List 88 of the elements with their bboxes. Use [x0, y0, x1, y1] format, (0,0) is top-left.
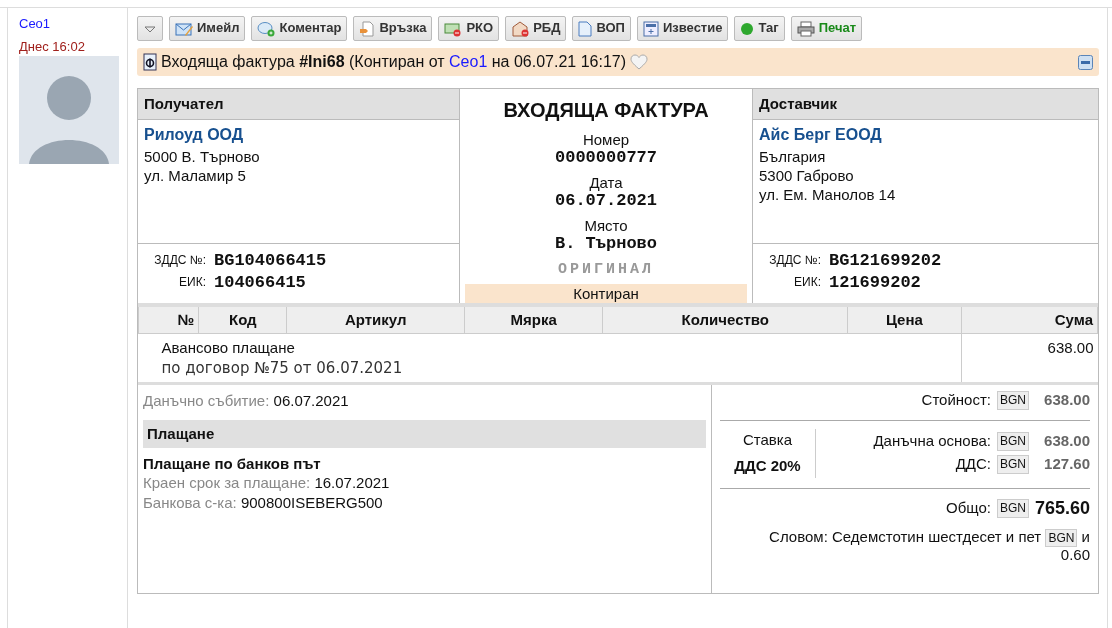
- toolbar-button[interactable]: Връзка: [353, 16, 433, 41]
- envelope-pencil-icon: [175, 20, 193, 37]
- amount: 127.60: [1043, 455, 1090, 475]
- amount-in-words: и: [1081, 527, 1090, 545]
- column-header: Сума: [961, 305, 1098, 333]
- currency-tag: BGN: [997, 455, 1029, 475]
- currency-tag: BGN: [997, 390, 1029, 410]
- column-header: Цена: [847, 305, 962, 333]
- address-line: ул. Ем. Манолов 14: [759, 185, 897, 204]
- section-heading: Плащане: [143, 420, 706, 448]
- currency-tag: BGN: [996, 498, 1029, 518]
- field-label: Дата: [588, 174, 624, 192]
- amount: 638.00: [1043, 432, 1090, 452]
- field-label: Номер: [581, 131, 631, 149]
- field-value: 16.07.2021: [314, 474, 390, 491]
- amount: 638.00: [1043, 390, 1090, 410]
- currency-tag: BGN: [997, 432, 1029, 452]
- speech-bubble-icon: [257, 20, 276, 37]
- field-label: Място: [583, 217, 629, 235]
- document-icon: [143, 53, 157, 71]
- document-title: Входяща фактура #Ini68 (Контиран от Ceo1 на 06.07.21 16:17): [161, 51, 626, 72]
- company-id: 121699202: [829, 272, 922, 295]
- address-line: България: [759, 147, 827, 166]
- toolbar-button[interactable]: РКО: [438, 16, 500, 41]
- field-label: ЕИК:: [178, 275, 206, 291]
- field-label: ЗДДС №:: [153, 253, 206, 269]
- currency-tag: BGN: [1045, 528, 1078, 547]
- column-header: Код: [198, 305, 287, 333]
- section-heading: Доставчик: [753, 89, 1098, 120]
- field-label: Ставка: [741, 430, 794, 450]
- document-icon: [578, 20, 593, 37]
- field-label: ДДС:: [955, 455, 991, 475]
- company-id: 104066415: [214, 272, 307, 295]
- total-amount: 765.60: [1034, 497, 1090, 520]
- field-value: 0000000777: [554, 149, 658, 167]
- banknote-icon: [444, 20, 463, 37]
- invoice-heading: ВХОДЯЩА ФАКТУРА: [502, 98, 710, 123]
- column-header: Количество: [602, 305, 848, 333]
- column-header: №: [138, 305, 199, 333]
- field-value: 06.07.2021: [554, 192, 658, 210]
- printer-icon: [796, 20, 815, 37]
- field-label: Стойност:: [921, 390, 991, 410]
- toolbar-button[interactable]: ВОП: [572, 16, 631, 41]
- column-header: Мярка: [464, 305, 603, 333]
- payment-method: Плащане по банков път: [143, 453, 322, 473]
- field-label: Общо:: [945, 498, 991, 518]
- dropdown-button[interactable]: [137, 16, 163, 41]
- item-description: Авансово плащане: [161, 337, 296, 358]
- copy-label: ОРИГИНАЛ: [557, 260, 655, 280]
- column-header: Артикул: [286, 305, 465, 333]
- dot-icon: [740, 21, 755, 36]
- amount-in-words: Словом: Седемстотин шестдесет и пет: [769, 527, 1042, 545]
- heart-icon[interactable]: [630, 54, 648, 70]
- field-label: Краен срок за плащане:: [143, 474, 311, 491]
- address-line: ул. Маламир 5: [144, 166, 247, 185]
- section-heading: Получател: [138, 89, 459, 120]
- toolbar-button[interactable]: Таг: [734, 16, 785, 41]
- bank-icon: [511, 20, 530, 37]
- toolbar-button[interactable]: Имейл: [169, 16, 246, 41]
- address-line: 5300 Габрово: [759, 166, 855, 185]
- address-line: 5000 В. Търново: [144, 147, 261, 166]
- field-label: Данъчно събитие:: [143, 391, 270, 409]
- toolbar-button[interactable]: РБД: [505, 16, 567, 41]
- item-note: по договор №75 от 06.07.2021: [161, 357, 404, 378]
- vat-rate: ДДС 20%: [733, 457, 802, 476]
- field-label: Данъчна основа:: [873, 432, 991, 452]
- field-value: 06.07.2021: [273, 391, 349, 409]
- timestamp: Днес 16:02: [19, 38, 86, 56]
- user-link[interactable]: Ceo1: [449, 52, 488, 70]
- vat-number: BG121699202: [829, 250, 943, 272]
- field-value: 900800ISEBERG500: [240, 493, 383, 511]
- field-value: В. Търново: [554, 235, 658, 253]
- user-link[interactable]: Ceo1: [19, 16, 127, 33]
- company-name: Айс Берг ЕООД: [759, 125, 883, 144]
- field-label: ЗДДС №:: [768, 253, 821, 269]
- status-label: Контиран: [465, 283, 747, 303]
- field-label: Банкова с-ка:: [143, 493, 237, 511]
- toolbar-button[interactable]: Коментар: [251, 16, 348, 41]
- vat-number: BG104066415: [214, 250, 328, 272]
- toolbar-button[interactable]: Известие: [636, 16, 729, 41]
- collapse-icon[interactable]: [1078, 54, 1093, 70]
- company-name: Рилоуд ООД: [144, 125, 245, 144]
- field-label: ЕИК:: [793, 275, 821, 291]
- form-icon: [642, 20, 659, 37]
- document-arrow-icon: [359, 20, 376, 37]
- print-button[interactable]: Печат: [790, 16, 863, 41]
- amount-fraction: 0.60: [1060, 546, 1090, 564]
- amount-cell: 638.00: [961, 333, 1098, 382]
